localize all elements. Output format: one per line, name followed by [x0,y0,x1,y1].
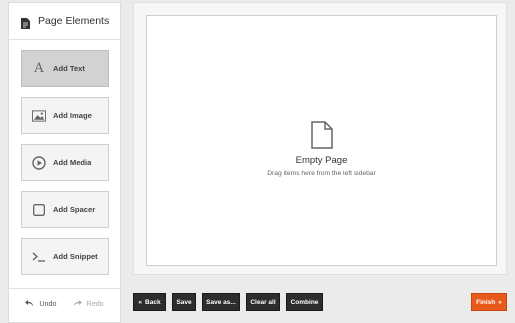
double-chevron-right-icon: » [498,298,502,306]
finish-button[interactable]: Finish » [471,293,507,311]
back-label: Back [145,298,161,306]
save-as-button[interactable]: Save as... [202,293,240,311]
add-text-label: Add Text [53,64,85,73]
document-icon [21,16,30,29]
sidebar: Page Elements A Add Text Add Image Add M… [8,2,121,323]
combine-button[interactable]: Combine [286,293,323,311]
redo-label: Redo [86,299,104,308]
redo-icon [73,300,82,307]
sidebar-title: Page Elements [38,15,110,27]
save-as-label: Save as... [206,298,236,306]
redo-button[interactable]: Redo [73,299,104,308]
empty-page-title: Empty Page [295,155,348,166]
clear-all-button[interactable]: Clear all [246,293,280,311]
add-media-button[interactable]: Add Media [21,144,109,181]
add-snippet-button[interactable]: Add Snippet [21,238,109,275]
finish-label: Finish [476,298,496,306]
add-image-label: Add Image [53,111,92,120]
history-controls: Undo Redo [9,288,120,318]
back-button[interactable]: « Back [133,293,166,311]
double-chevron-left-icon: « [138,298,143,306]
add-snippet-label: Add Snippet [53,252,98,261]
clear-all-label: Clear all [250,298,276,306]
add-image-button[interactable]: Add Image [21,97,109,134]
page-canvas[interactable]: Empty Page Drag items here from the left… [146,15,497,266]
save-button[interactable]: Save [172,293,196,311]
sidebar-header: Page Elements [9,3,120,40]
save-label: Save [176,298,192,306]
undo-icon [25,300,34,307]
empty-page-hint: Drag items here from the left sidebar [267,170,376,177]
undo-button[interactable]: Undo [25,299,57,308]
play-icon [32,155,46,170]
canvas-area: Empty Page Drag items here from the left… [133,2,507,275]
undo-label: Undo [39,299,57,308]
add-text-button[interactable]: A Add Text [21,50,109,87]
add-spacer-label: Add Spacer [53,205,96,214]
square-icon [32,203,46,217]
add-media-label: Add Media [53,158,92,167]
add-spacer-button[interactable]: Add Spacer [21,191,109,228]
image-icon [32,109,46,123]
text-icon: A [34,61,44,76]
combine-label: Combine [290,298,319,306]
empty-page-icon [310,121,333,149]
terminal-icon [32,250,46,264]
empty-state: Empty Page Drag items here from the left… [147,121,496,177]
